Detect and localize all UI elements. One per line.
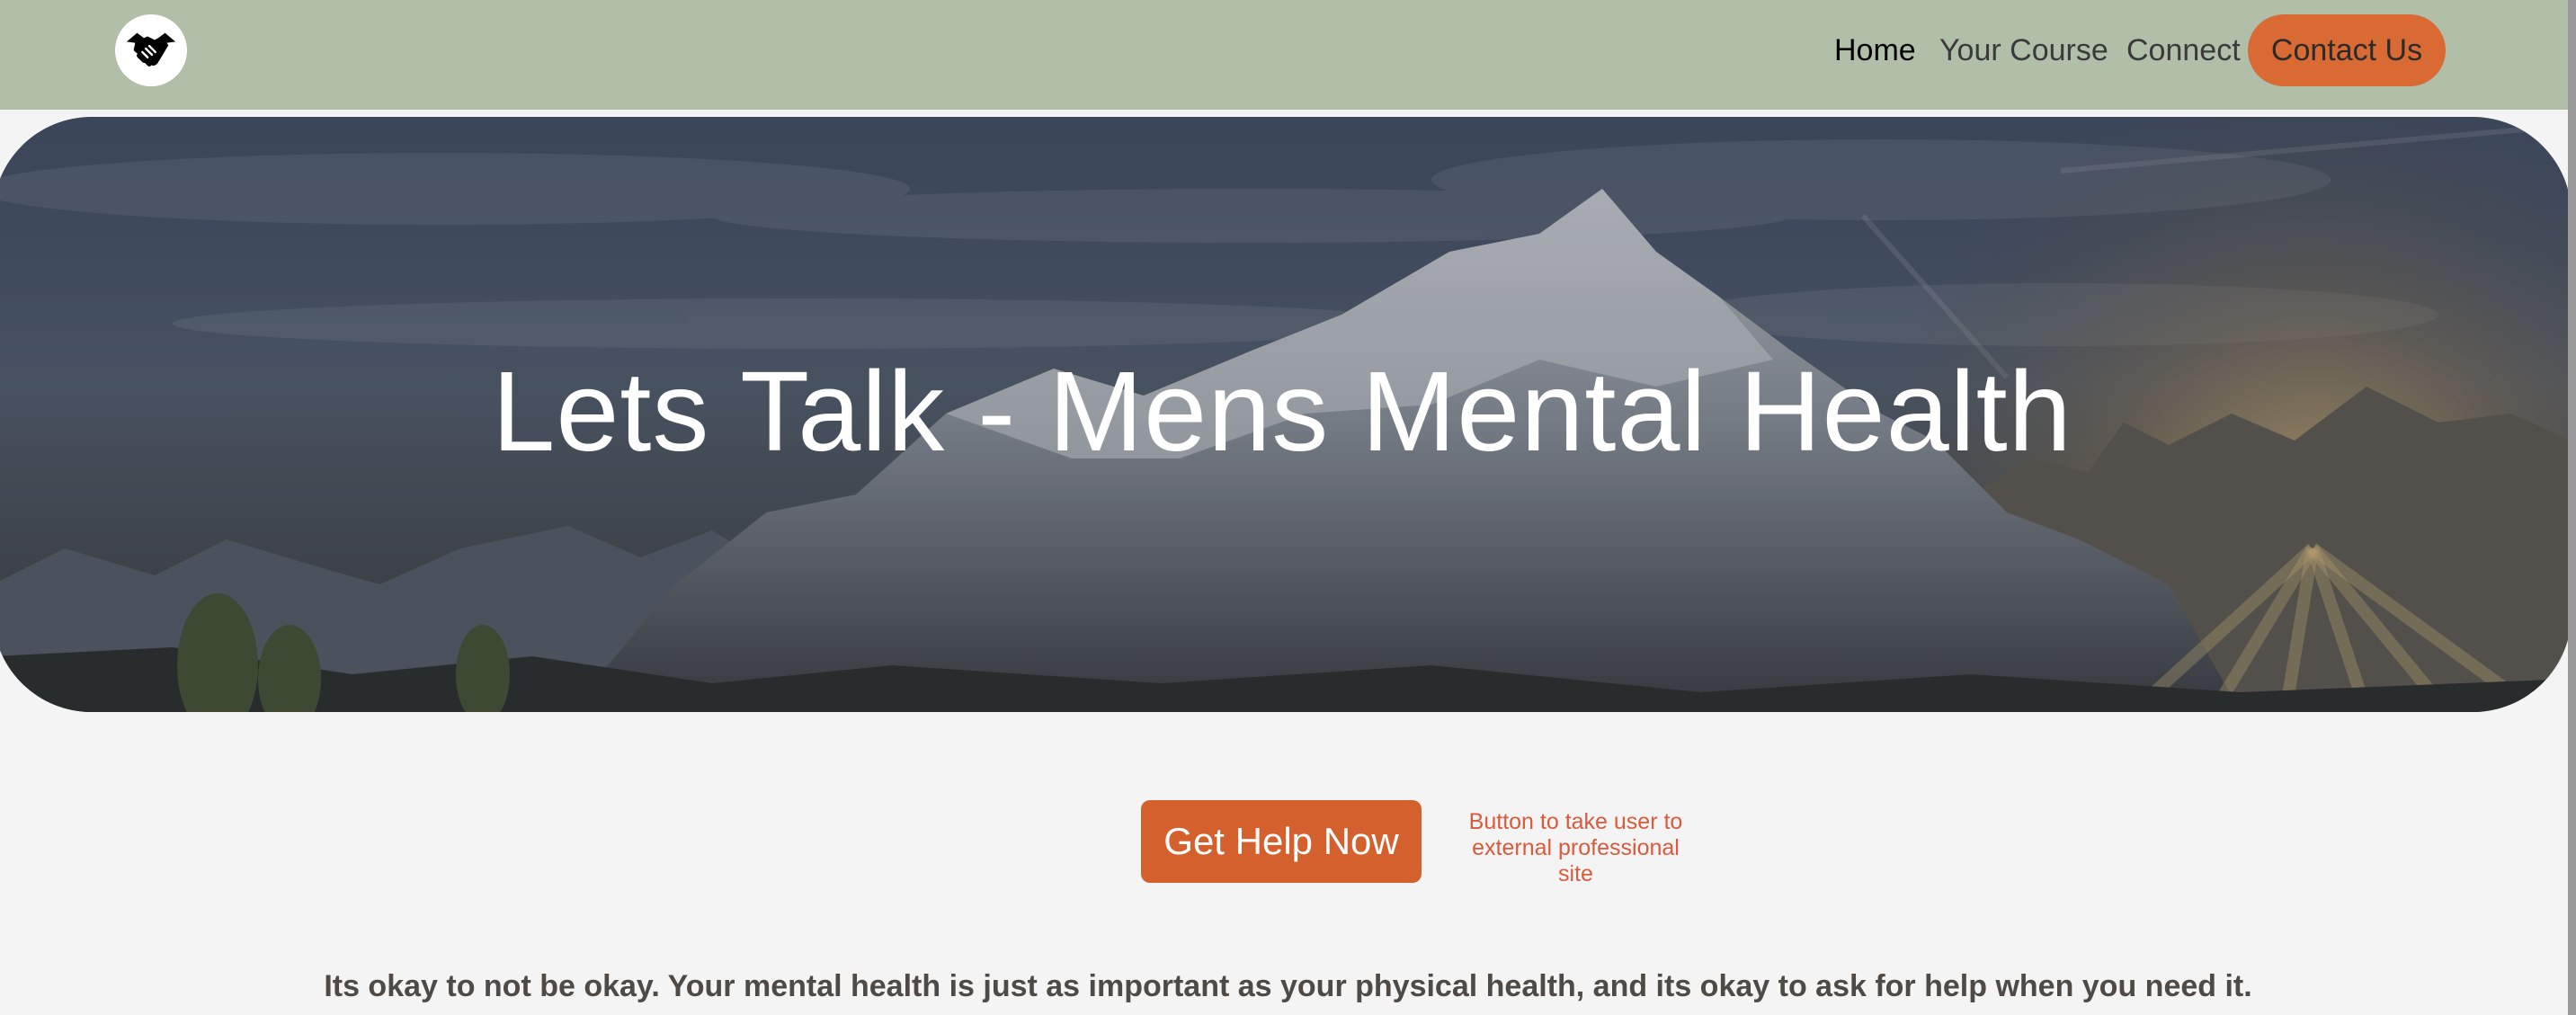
help-button-note: Button to take user to external professi… bbox=[1468, 809, 1683, 886]
tagline-text: Its okay to not be okay. Your mental hea… bbox=[324, 969, 2252, 1003]
hero-title: Lets Talk - Mens Mental Health bbox=[492, 348, 2072, 475]
hero-banner: Lets Talk - Mens Mental Health bbox=[0, 117, 2572, 712]
get-help-now-button[interactable]: Get Help Now bbox=[1141, 800, 1422, 883]
handshake-logo-icon[interactable] bbox=[115, 14, 187, 86]
page-scrollbar[interactable] bbox=[2568, 0, 2576, 1015]
nav-home[interactable]: Home bbox=[1834, 14, 1916, 86]
nav-your-course[interactable]: Your Course bbox=[1939, 14, 2108, 86]
contact-us-button[interactable]: Contact Us bbox=[2248, 14, 2446, 86]
site-header: Home Your Course Connect Contact Us bbox=[0, 0, 2576, 110]
nav-connect[interactable]: Connect bbox=[2126, 14, 2241, 86]
